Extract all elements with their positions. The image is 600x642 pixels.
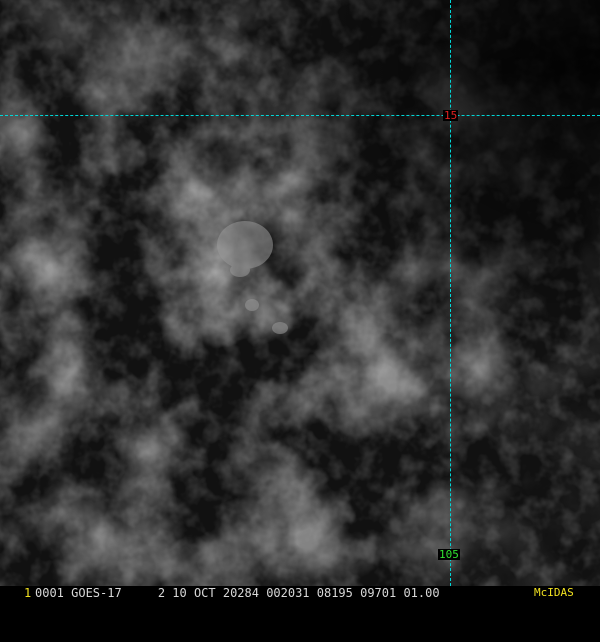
clear-sky-region	[0, 0, 600, 586]
latitude-grid-line	[0, 115, 600, 116]
satellite-imagery	[0, 0, 600, 586]
frame-number: 1	[24, 586, 32, 600]
status-bar: 1 0001 GOES-17 2 10 OCT 20284 002031 081…	[0, 586, 600, 600]
latitude-label: 15	[443, 109, 459, 122]
mcidas-brand: McIDAS	[534, 586, 574, 599]
status-text: 0001 GOES-17 2 10 OCT 20284 002031 08195…	[35, 586, 440, 600]
longitude-grid-line	[450, 0, 451, 586]
longitude-label: 105	[438, 548, 460, 561]
